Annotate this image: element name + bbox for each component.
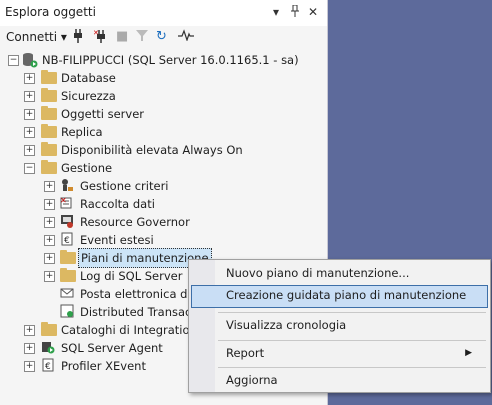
expand-icon[interactable]: + [24, 91, 35, 102]
expand-icon[interactable]: + [24, 361, 35, 372]
tree-item-replica[interactable]: + Replica [0, 123, 327, 141]
tree-label: Posta elettronica dat [80, 287, 200, 301]
folder-icon [41, 124, 57, 138]
expand-icon[interactable]: + [44, 217, 55, 228]
tree-item-eventi-estesi[interactable]: + € Eventi estesi [0, 231, 327, 249]
tree-item-raccolta-dati[interactable]: + ✕ Raccolta dati [0, 195, 327, 213]
tree-item-disponibilita[interactable]: + Disponibilità elevata Always On [0, 141, 327, 159]
folder-icon [60, 250, 76, 264]
expand-icon[interactable]: + [44, 199, 55, 210]
submenu-arrow-icon: ▶ [465, 348, 472, 358]
context-menu: Nuovo piano di manutenzione... Creazione… [188, 259, 491, 393]
tree-label: Eventi estesi [80, 233, 154, 247]
connect-icon[interactable] [72, 29, 84, 47]
menu-item-refresh[interactable]: Aggiorna [191, 370, 486, 391]
tree-label: Distributed Transacti [80, 305, 200, 319]
dtc-icon [59, 304, 75, 320]
folder-icon [41, 70, 57, 84]
folder-icon [41, 322, 57, 336]
tree-label: Raccolta dati [80, 197, 155, 211]
tree-item-oggetti-server[interactable]: + Oggetti server [0, 105, 327, 123]
menu-item-new-plan[interactable]: Nuovo piano di manutenzione... [191, 263, 486, 284]
panel-title: Esplora oggetti [5, 5, 96, 19]
extended-events-icon: € [59, 232, 75, 248]
tree-item-gestione[interactable]: − Gestione [0, 159, 327, 177]
folder-icon [41, 88, 57, 102]
filter-icon[interactable] [136, 29, 148, 46]
menu-item-label: Creazione guidata piano di manutenzione [226, 288, 467, 302]
expand-icon[interactable]: + [24, 343, 35, 354]
tree-label: Profiler XEvent [61, 359, 146, 373]
tree-item-database[interactable]: + Database [0, 69, 327, 87]
expand-icon[interactable]: + [24, 127, 35, 138]
menu-item-label: Report [226, 346, 265, 360]
menu-item-view-history[interactable]: Visualizza cronologia [191, 315, 486, 336]
expand-icon[interactable]: + [24, 325, 35, 336]
folder-icon [41, 106, 57, 120]
server-icon [22, 52, 38, 68]
menu-separator [218, 367, 486, 368]
tree-item-resource-governor[interactable]: + Resource Governor [0, 213, 327, 231]
data-collection-icon: ✕ [59, 196, 75, 212]
stop-icon[interactable]: ■ [116, 29, 128, 44]
tree-label: Log di SQL Server [80, 269, 183, 283]
menu-item-plan-wizard[interactable]: Creazione guidata piano di manutenzione [191, 285, 488, 308]
menu-item-label: Aggiorna [226, 373, 278, 387]
svg-text:✕: ✕ [93, 29, 99, 37]
activity-monitor-icon[interactable] [178, 29, 194, 45]
tree-label: Oggetti server [61, 107, 144, 121]
tree-label: Database [61, 71, 116, 85]
close-icon[interactable]: ✕ [308, 5, 318, 19]
tree-server-node[interactable]: − NB-FILIPPUCCI (SQL Server 16.0.1165.1 … [0, 51, 327, 69]
tree-label: Disponibilità elevata Always On [61, 143, 243, 157]
folder-icon [41, 142, 57, 156]
connect-label: Connetti [6, 30, 58, 44]
disconnect-icon[interactable]: ✕ [93, 29, 107, 47]
tree-label: SQL Server Agent [61, 341, 163, 355]
menu-separator [218, 340, 486, 341]
mail-icon [59, 286, 75, 302]
dropdown-icon[interactable]: ▾ [273, 5, 279, 19]
tree-item-gestione-criteri[interactable]: + Gestione criteri [0, 177, 327, 195]
policy-icon [59, 178, 75, 194]
menu-item-label: Nuovo piano di manutenzione... [226, 266, 410, 280]
svg-text:€: € [64, 236, 70, 246]
expand-icon[interactable]: + [44, 181, 55, 192]
resource-governor-icon [59, 214, 75, 230]
connect-dropdown[interactable]: Connetti ▾ [6, 30, 67, 44]
refresh-icon[interactable]: ↻ [156, 29, 167, 44]
collapse-icon[interactable]: − [8, 55, 19, 66]
pin-icon[interactable] [290, 4, 300, 20]
panel-titlebar: Esplora oggetti ▾ ✕ [0, 0, 327, 26]
expand-icon[interactable]: + [44, 253, 55, 264]
menu-item-report[interactable]: Report ▶ [191, 343, 486, 364]
svg-text:✕: ✕ [60, 196, 67, 205]
tree-label: Gestione criteri [80, 179, 169, 193]
tree-label: Replica [61, 125, 103, 139]
expand-icon[interactable]: + [44, 271, 55, 282]
server-label: NB-FILIPPUCCI (SQL Server 16.0.1165.1 - … [42, 53, 299, 67]
agent-icon [40, 340, 56, 356]
folder-icon [60, 268, 76, 282]
expand-icon[interactable]: + [44, 235, 55, 246]
expand-icon[interactable]: + [24, 109, 35, 120]
tree-item-sicurezza[interactable]: + Sicurezza [0, 87, 327, 105]
menu-item-label: Visualizza cronologia [226, 318, 347, 332]
expand-icon[interactable]: + [24, 73, 35, 84]
tree-label: Gestione [61, 161, 113, 175]
expand-icon[interactable]: + [24, 145, 35, 156]
collapse-icon[interactable]: − [24, 163, 35, 174]
panel-toolbar: Connetti ▾ ✕ ■ ↻ [0, 26, 327, 50]
menu-separator [218, 312, 486, 313]
folder-icon [41, 160, 57, 174]
tree-label: Resource Governor [80, 215, 190, 229]
tree-label: Cataloghi di Integration [61, 323, 197, 337]
svg-text:€: € [45, 362, 51, 372]
tree-label: Sicurezza [61, 89, 116, 103]
xevent-profiler-icon: € [40, 358, 56, 374]
